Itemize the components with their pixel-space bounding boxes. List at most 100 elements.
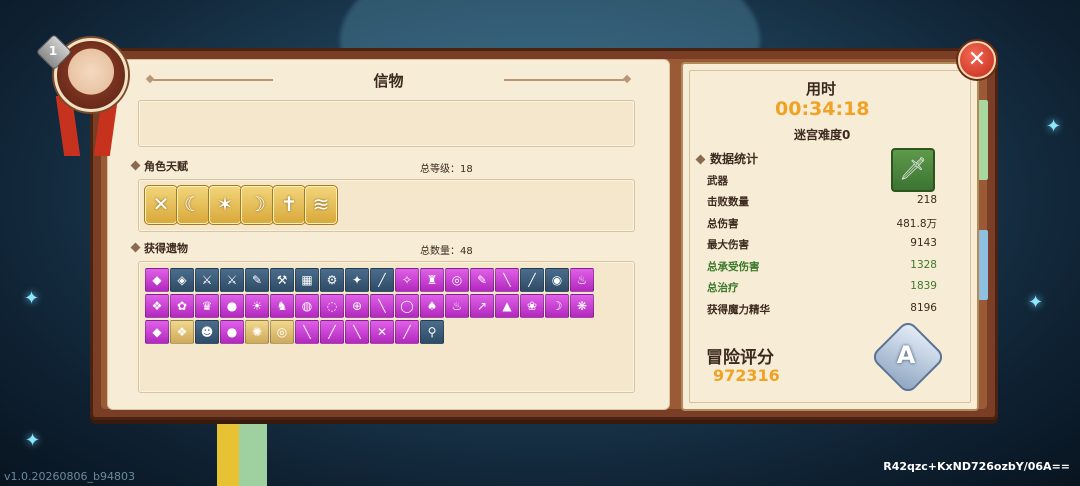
relic-item[interactable]: ✿ [170,294,194,318]
relic-item[interactable]: ✕ [370,320,394,344]
relic-item[interactable]: ◌ [320,294,344,318]
stat-max-damage: 最大伤害 9143 [707,237,937,252]
relic-item[interactable]: ◍ [295,294,319,318]
talent-slot-6[interactable]: ≋ [304,185,338,225]
relic-item[interactable]: ✎ [470,268,494,292]
relic-item[interactable]: ▦ [295,268,319,292]
relic-item[interactable]: ◯ [395,294,419,318]
relic-item[interactable]: ╱ [520,268,544,292]
stats-section-label: 数据统计 [695,150,758,167]
stat-value: 218 [916,194,937,206]
relic-item[interactable]: ⚙ [320,268,344,292]
relic-box: ◆ ◈ ⚔ ⚔ ✎ ⚒ ▦ ⚙ ✦ ╱ ✧ ♜ ◎ ✎ ╲ ╱ ◉ ♨ ❖ ✿ … [138,261,635,393]
relic-item[interactable]: ╱ [395,320,419,344]
time-value: 00:34:18 [775,98,870,120]
stat-label: 击败数量 [707,196,749,208]
relic-item[interactable]: ♨ [570,268,594,292]
relic-item[interactable]: ╲ [370,294,394,318]
talent-slot-5[interactable]: ✝ [272,185,306,225]
stat-value: 1328 [910,259,937,271]
relic-item[interactable]: ⚔ [220,268,244,292]
grade-letter: A [896,341,916,369]
empty-info-box [138,100,635,147]
talent-label-text: 角色天赋 [144,160,188,173]
relic-item[interactable]: ♠ [420,294,444,318]
talent-slot-3[interactable]: ✶ [208,185,242,225]
relic-item[interactable]: ◎ [445,268,469,292]
relic-item[interactable]: ❖ [145,294,169,318]
relic-section-label: 获得遗物 [130,240,188,256]
relic-label-text: 获得遗物 [144,242,188,255]
relic-item[interactable]: ╲ [495,268,519,292]
talent-box: ✕ ☾ ✶ ☽ ✝ ≋ [138,179,635,232]
relic-item[interactable]: ◉ [545,268,569,292]
relic-item[interactable]: ╲ [295,320,319,344]
stat-label: 获得魔力精华 [707,304,770,316]
stat-label: 总承受伤害 [707,261,760,273]
relic-item[interactable]: ╱ [320,320,344,344]
stat-essence: 获得魔力精华 8196 [707,302,937,317]
relic-item[interactable]: ◈ [170,268,194,292]
sparkle-icon: ✦ [25,430,41,451]
difficulty-label: 迷宫难度0 [794,128,851,142]
stat-kills: 击败数量 218 [707,194,937,209]
talent-slot-1[interactable]: ✕ [144,185,178,225]
relic-item[interactable]: ▲ [495,294,519,318]
relic-total: 总数量：48 [420,246,473,257]
stat-value: 9143 [910,237,937,249]
score-value: 972316 [713,366,780,385]
relic-item[interactable]: ⚲ [420,320,444,344]
signpost-leg-green [239,412,267,486]
stat-label: 最大伤害 [707,239,749,251]
relic-item[interactable]: ☀ [245,294,269,318]
side-tab-green[interactable] [978,100,988,180]
relic-item[interactable]: ◆ [145,268,169,292]
diamond-icon [695,154,706,165]
stat-weapon: 武器 [707,173,937,188]
relic-item[interactable]: ☽ [545,294,569,318]
relic-item[interactable]: ◎ [270,320,294,344]
relics-page: 信物 角色天赋 总等级：18 ✕ ☾ ✶ ☽ ✝ ≋ 获得遗物 总数量：48 ◆… [107,59,670,410]
relic-item[interactable]: ✧ [395,268,419,292]
relic-item[interactable]: ↗ [470,294,494,318]
relic-item[interactable]: ✎ [245,268,269,292]
relic-item[interactable]: ╱ [370,268,394,292]
score-label: 冒险评分 [706,348,774,368]
stat-value: 481.8万 [896,218,937,230]
stat-value: 8196 [910,302,937,314]
stat-total-damage: 总伤害 481.8万 [707,216,937,231]
relic-item[interactable]: ♛ [195,294,219,318]
talent-slot-4[interactable]: ☽ [240,185,274,225]
stat-label: 总伤害 [707,218,739,230]
relic-item[interactable]: ♜ [420,268,444,292]
stat-damage-taken: 总承受伤害 1328 [707,259,937,274]
relic-item[interactable]: ● [220,320,244,344]
relic-item[interactable]: ❖ [170,320,194,344]
relic-item[interactable]: ❀ [520,294,544,318]
stat-label: 总治疗 [707,282,739,294]
relic-item[interactable]: ⚔ [195,268,219,292]
relic-item[interactable]: ♞ [270,294,294,318]
relic-item[interactable]: ╲ [345,320,369,344]
side-tab-blue[interactable] [978,230,988,300]
diamond-icon [130,242,141,253]
close-button[interactable]: ✕ [958,41,996,79]
relic-item[interactable]: ♨ [445,294,469,318]
title-ornament-right [504,79,624,81]
relic-item[interactable]: ✦ [345,268,369,292]
relic-item[interactable]: ☻ [195,320,219,344]
relic-item[interactable]: ❋ [570,294,594,318]
relic-item[interactable]: ◆ [145,320,169,344]
stat-value: 1839 [910,280,937,292]
talent-slot-2[interactable]: ☾ [176,185,210,225]
sparkle-icon: ✦ [1046,116,1062,137]
relic-item[interactable]: ⊕ [345,294,369,318]
time-label: 用时 [806,80,837,98]
relic-item[interactable]: ✺ [245,320,269,344]
version-text: v1.0.20260806_b94803 [4,470,135,483]
talent-total: 总等级：18 [420,164,473,175]
stat-label: 武器 [707,175,728,187]
relic-item[interactable]: ⚒ [270,268,294,292]
close-icon: ✕ [967,47,987,72]
relic-item[interactable]: ● [220,294,244,318]
